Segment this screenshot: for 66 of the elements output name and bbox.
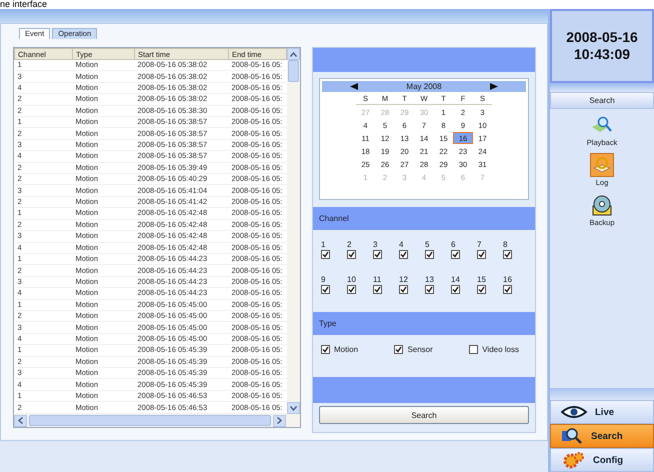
checkbox[interactable] [373,250,382,259]
checkbox-label: Motion [334,345,358,354]
checkbox[interactable] [477,250,486,259]
previous-month-icon[interactable] [350,83,358,90]
nav-label: Live [595,406,614,418]
scrollbar-thumb[interactable] [29,415,271,426]
sidebar-header: Search [550,92,654,109]
checkbox[interactable] [399,284,408,294]
checkbox-label: Sensor [407,345,433,354]
nav-item[interactable]: Search [550,424,654,448]
channel-number: 9 [321,274,326,284]
eye-icon [561,406,587,418]
next-month-icon[interactable] [490,83,498,90]
checkbox[interactable] [399,250,408,259]
channel-number: 10 [347,274,357,284]
nav-item[interactable]: Config [550,448,654,472]
channel-number: 12 [399,274,409,284]
channel-number: 7 [477,240,482,249]
channel-number: 14 [451,274,461,284]
section-header: Channel [313,207,535,230]
checkbox[interactable] [347,250,356,259]
disc-icon [591,194,613,216]
nav-label: Config [593,454,624,466]
checkbox[interactable] [394,345,404,354]
checkbox[interactable] [451,250,460,259]
clock-date: 2008-05-16 [566,29,638,46]
channel-number: 8 [503,240,508,249]
clock-time: 10:43:09 [574,46,630,63]
checkbox[interactable] [321,284,330,294]
checkbox[interactable] [425,250,434,259]
caption-text: ne interface [0,0,48,9]
checkbox[interactable] [503,250,512,259]
channel-number: 1 [321,240,326,249]
checkbox[interactable] [347,284,356,294]
horizontal-scrollbar[interactable] [14,414,300,427]
scrollbar-thumb[interactable] [288,60,299,82]
channel-number: 16 [503,274,513,284]
checkbox-label: Video loss [482,345,519,354]
checkbox[interactable] [469,345,478,354]
checkbox[interactable] [503,284,512,294]
channel-number: 3 [373,240,378,249]
channel-number: 4 [399,240,404,249]
channel-number: 5 [425,240,430,249]
checkbox[interactable] [477,284,486,294]
checkbox[interactable] [451,284,460,294]
magnifier-map-icon [591,115,613,135]
search-icon [561,427,583,445]
menu-icon-tile[interactable] [590,193,614,217]
checkbox[interactable] [425,284,434,294]
checkbox[interactable] [321,345,330,354]
search-button[interactable]: Search [319,406,529,424]
checkbox[interactable] [321,250,330,259]
channel-number: 15 [477,274,487,284]
channel-number: 6 [451,240,456,249]
channel-number: 11 [373,274,382,284]
month-label: May 2008 [406,82,442,91]
nav-item[interactable]: Live [550,400,654,424]
magnifier-book-icon [592,155,612,175]
nav-label: Search [591,430,623,442]
vertical-scrollbar[interactable] [287,48,300,414]
section-header: Type [313,312,535,335]
menu-icon-tile[interactable] [590,153,614,177]
checkbox[interactable] [373,284,382,294]
channel-number: 2 [347,240,352,249]
channel-number: 13 [425,274,435,284]
gear-icon [561,451,585,469]
